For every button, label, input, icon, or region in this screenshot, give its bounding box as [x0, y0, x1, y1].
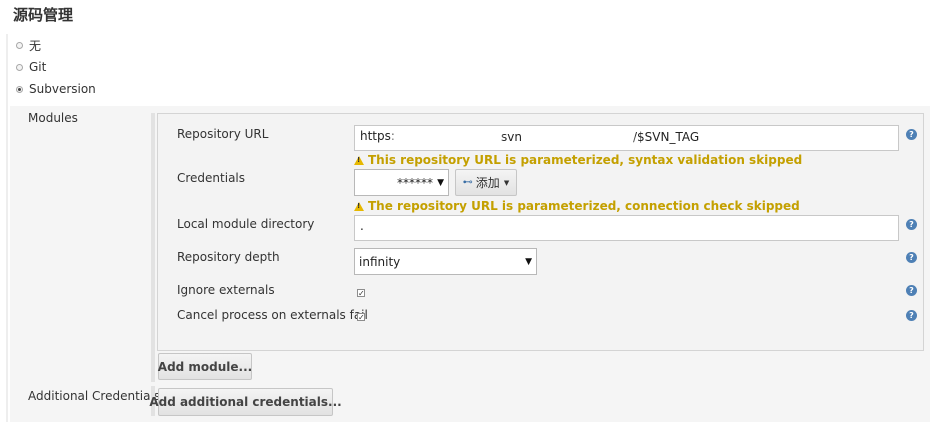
scm-option-none[interactable]: 无: [16, 36, 41, 54]
help-repository-url[interactable]: ?: [906, 129, 917, 140]
help-ignore-externals[interactable]: ?: [906, 285, 917, 296]
repository-depth-value: infinity: [359, 254, 401, 269]
warning-text: This repository URL is parameterized, sy…: [368, 153, 803, 167]
add-credentials-button[interactable]: ⊷ 添加 ▼: [455, 169, 517, 196]
local-module-directory-input[interactable]: .: [354, 215, 899, 241]
warning-icon: [354, 201, 364, 211]
repository-url-warning: This repository URL is parameterized, sy…: [354, 153, 802, 167]
credentials-warning: The repository URL is parameterized, con…: [354, 199, 800, 213]
repository-depth-label: Repository depth: [177, 250, 280, 264]
ignore-externals-checkbox[interactable]: ✓: [357, 289, 365, 298]
chevron-down-icon: ▼: [503, 178, 510, 187]
help-cancel-process[interactable]: ?: [906, 310, 917, 321]
add-additional-credentials-button[interactable]: Add additional credentials...: [149, 388, 342, 416]
left-rule: [6, 34, 8, 422]
radio-none[interactable]: [16, 41, 23, 49]
chevron-down-icon: ▼: [525, 256, 532, 267]
redaction-blur: [393, 130, 501, 146]
local-module-directory-label: Local module directory: [177, 217, 315, 231]
credentials-select[interactable]: ****** ▼: [354, 169, 449, 196]
help-repository-depth[interactable]: ?: [906, 252, 917, 263]
repository-url-label: Repository URL: [177, 127, 269, 141]
redaction-blur: [525, 130, 633, 146]
redaction-blur: [361, 175, 395, 190]
add-module-button[interactable]: Add module...: [158, 353, 252, 380]
additional-credentials-label: Additional Credentials: [28, 389, 161, 403]
scm-option-subversion[interactable]: Subversion: [16, 80, 96, 98]
radio-git[interactable]: [16, 63, 23, 71]
radio-subversion[interactable]: [16, 85, 23, 93]
warning-text: The repository URL is parameterized, con…: [368, 199, 800, 213]
warning-icon: [354, 155, 364, 165]
modules-rule: [151, 113, 155, 382]
key-icon: ⊷: [462, 177, 473, 188]
repository-url-input[interactable]: https: svn /$SVN_TAG: [354, 125, 899, 151]
scm-option-label: 无: [29, 38, 42, 53]
help-local-module-directory[interactable]: ?: [906, 219, 917, 230]
url-mid: svn: [501, 130, 522, 144]
scm-option-label: Git: [29, 60, 47, 74]
credentials-label: Credentials: [177, 171, 246, 185]
scm-option-git[interactable]: Git: [16, 58, 46, 76]
cancel-process-label: Cancel process on externals fail: [177, 308, 368, 322]
section-title: 源码管理: [13, 6, 74, 24]
scm-option-label: Subversion: [29, 82, 96, 96]
chevron-down-icon: ▼: [437, 177, 444, 188]
url-prefix: https:: [360, 129, 395, 143]
repository-depth-select[interactable]: infinity ▼: [354, 248, 537, 275]
cancel-process-checkbox[interactable]: ✓: [357, 313, 365, 322]
add-button-label: 添加: [475, 176, 500, 190]
url-suffix: /$SVN_TAG: [633, 130, 700, 144]
modules-label: Modules: [28, 111, 78, 125]
ignore-externals-label: Ignore externals: [177, 283, 275, 297]
